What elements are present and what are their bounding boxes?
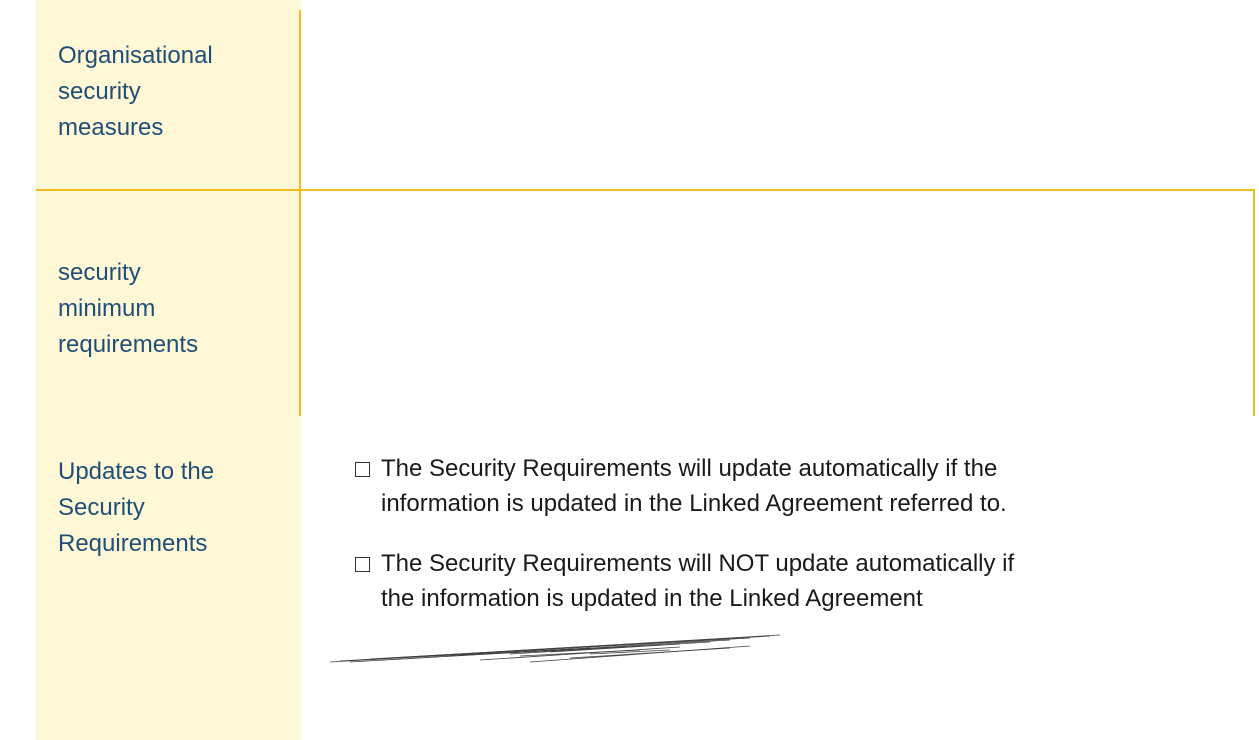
column-divider <box>299 191 301 248</box>
checkbox-not-automatic[interactable] <box>355 557 370 572</box>
row-label-updates: Updates to the Security Requirements <box>58 458 215 557</box>
row-label-technical: Technical security minimum requirements <box>58 248 199 358</box>
column-divider <box>299 248 301 416</box>
row-label-organisational: Organisational security measures <box>58 42 213 141</box>
column-divider <box>299 10 301 190</box>
option-text-not-automatic: The Security Requirements will NOT updat… <box>381 550 1015 612</box>
document-page: Organisational security measures Technic… <box>0 0 1259 740</box>
row-label-cell-organisational: Organisational security measures <box>36 0 301 190</box>
checkbox-automatic[interactable] <box>355 462 370 477</box>
scribble-mark <box>330 634 781 663</box>
row-label-cell-updates: Updates to the Security Requirements <box>36 416 301 740</box>
option-text-automatic: The Security Requirements will update au… <box>381 455 1007 517</box>
technical-row-clip: Technical security minimum requirements <box>36 248 301 416</box>
right-border <box>1253 191 1255 416</box>
